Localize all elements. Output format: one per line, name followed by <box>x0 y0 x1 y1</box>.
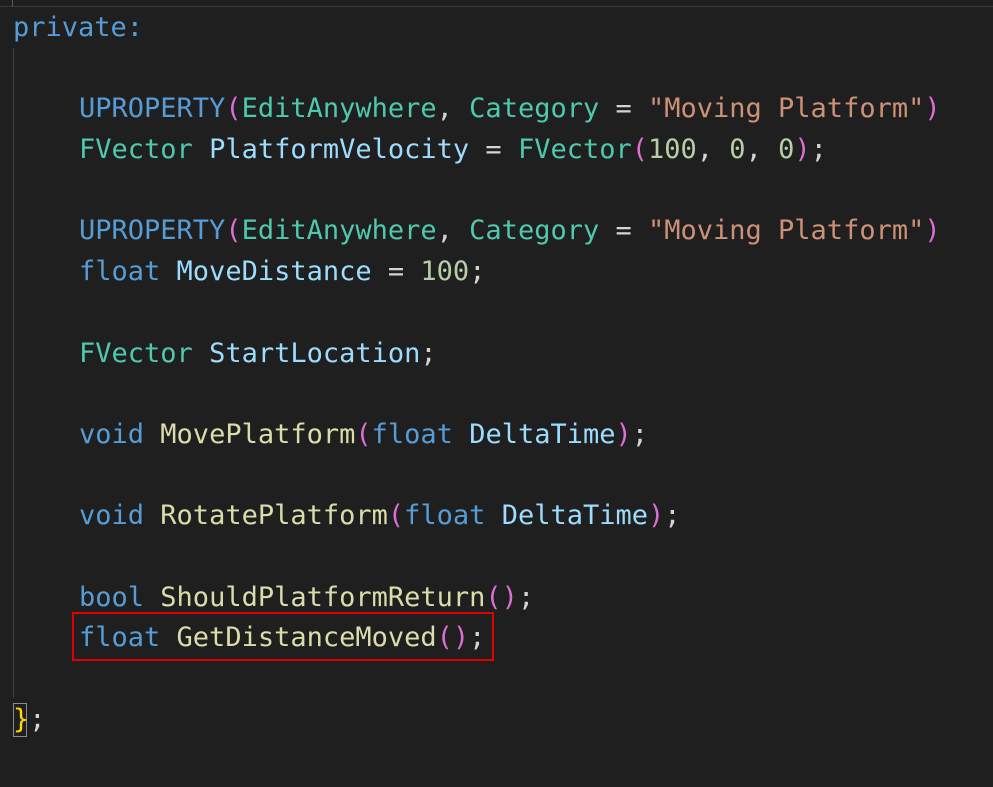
code-token: float <box>371 418 453 450</box>
code-token: EditAnywhere <box>241 215 437 247</box>
code-token: ) <box>501 581 518 613</box>
code-token: void <box>79 500 145 532</box>
code-token: PlatformVelocity <box>209 134 470 166</box>
code-token: ; <box>517 581 535 613</box>
code-token: ; <box>664 500 681 532</box>
code-token: FVector <box>79 337 193 369</box>
code-token: , <box>696 134 730 166</box>
code-line[interactable]: void MovePlatform(float DeltaTime); <box>13 415 941 456</box>
code-token: 0 <box>778 134 795 166</box>
code-line[interactable] <box>13 293 941 334</box>
code-token: Category <box>469 215 600 247</box>
code-token: void <box>79 418 145 450</box>
code-token: , <box>436 215 470 247</box>
code-token: ; <box>469 622 486 654</box>
code-lines[interactable]: private: UPROPERTY(EditAnywhere, Categor… <box>13 8 941 740</box>
code-token: = <box>469 134 518 166</box>
code-line[interactable]: float GetDistanceMoved(); <box>13 618 941 659</box>
code-token: private <box>13 12 127 43</box>
code-token: ; <box>420 337 437 369</box>
code-line[interactable]: float MoveDistance = 100; <box>13 252 941 293</box>
code-token: ) <box>615 418 632 450</box>
editor-top-border <box>0 0 993 7</box>
code-token: 0 <box>729 134 746 166</box>
code-line[interactable] <box>13 374 941 415</box>
code-token: ShouldPlatformReturn <box>160 581 486 613</box>
code-token: ) <box>924 215 941 247</box>
code-line[interactable]: UPROPERTY(EditAnywhere, Category = "Movi… <box>13 211 941 252</box>
code-token: float <box>79 256 161 288</box>
code-token: ( <box>225 93 242 125</box>
code-token: , <box>436 93 470 125</box>
code-token: ) <box>648 500 665 532</box>
code-token: 100 <box>648 134 697 166</box>
code-token: ( <box>387 500 405 532</box>
code-token: ( <box>225 215 242 247</box>
code-line[interactable] <box>13 537 941 578</box>
code-line[interactable] <box>13 49 941 90</box>
code-token: ( <box>355 418 372 450</box>
code-line[interactable]: FVector PlatformVelocity = FVector(100, … <box>13 130 941 171</box>
code-token: DeltaTime <box>469 418 616 450</box>
code-line[interactable] <box>13 171 941 212</box>
code-token: DeltaTime <box>501 500 648 532</box>
code-token: bool <box>79 581 145 613</box>
code-token: ; <box>631 418 649 450</box>
code-token: ( <box>631 134 648 166</box>
code-token: RotatePlatform <box>160 500 388 532</box>
code-token: float <box>404 500 486 532</box>
code-token: EditAnywhere <box>241 93 437 125</box>
code-line[interactable]: UPROPERTY(EditAnywhere, Category = "Movi… <box>13 89 941 130</box>
code-token: StartLocation <box>209 337 421 369</box>
code-token: MoveDistance <box>176 256 372 288</box>
top-border-tick <box>12 0 13 7</box>
code-line[interactable]: }; <box>13 700 941 741</box>
code-token: Category <box>469 93 600 125</box>
code-token: "Moving Platform" <box>648 215 925 247</box>
code-token: ) <box>924 93 941 125</box>
code-token: MovePlatform <box>160 418 356 450</box>
code-token: = <box>599 215 648 247</box>
code-token: ; <box>29 703 46 735</box>
code-token: ( <box>436 622 453 654</box>
code-token: ) <box>452 622 470 654</box>
code-token: = <box>599 93 648 125</box>
code-token: UPROPERTY <box>79 93 226 125</box>
code-token: , <box>745 134 779 166</box>
code-editor[interactable]: private: UPROPERTY(EditAnywhere, Categor… <box>0 0 993 787</box>
code-line[interactable]: bool ShouldPlatformReturn(); <box>13 578 941 619</box>
code-token: GetDistanceMoved <box>176 622 437 654</box>
code-token: "Moving Platform" <box>648 93 925 125</box>
code-token: FVector <box>79 134 193 166</box>
code-token: ) <box>794 134 811 166</box>
code-token: : <box>126 12 144 43</box>
code-line[interactable] <box>13 456 941 497</box>
code-line[interactable] <box>13 659 941 700</box>
code-line[interactable]: private: <box>13 8 941 49</box>
bracket-match-box <box>13 703 27 737</box>
code-token: ; <box>469 256 486 288</box>
code-token: ; <box>810 134 827 166</box>
code-token: ( <box>485 581 502 613</box>
code-line[interactable]: FVector StartLocation; <box>13 334 941 375</box>
code-token: FVector <box>517 134 632 166</box>
code-token: = <box>371 256 421 288</box>
code-line[interactable]: void RotatePlatform(float DeltaTime); <box>13 496 941 537</box>
code-token: float <box>79 622 161 654</box>
code-token: UPROPERTY <box>79 215 226 247</box>
code-token: 100 <box>420 256 470 288</box>
